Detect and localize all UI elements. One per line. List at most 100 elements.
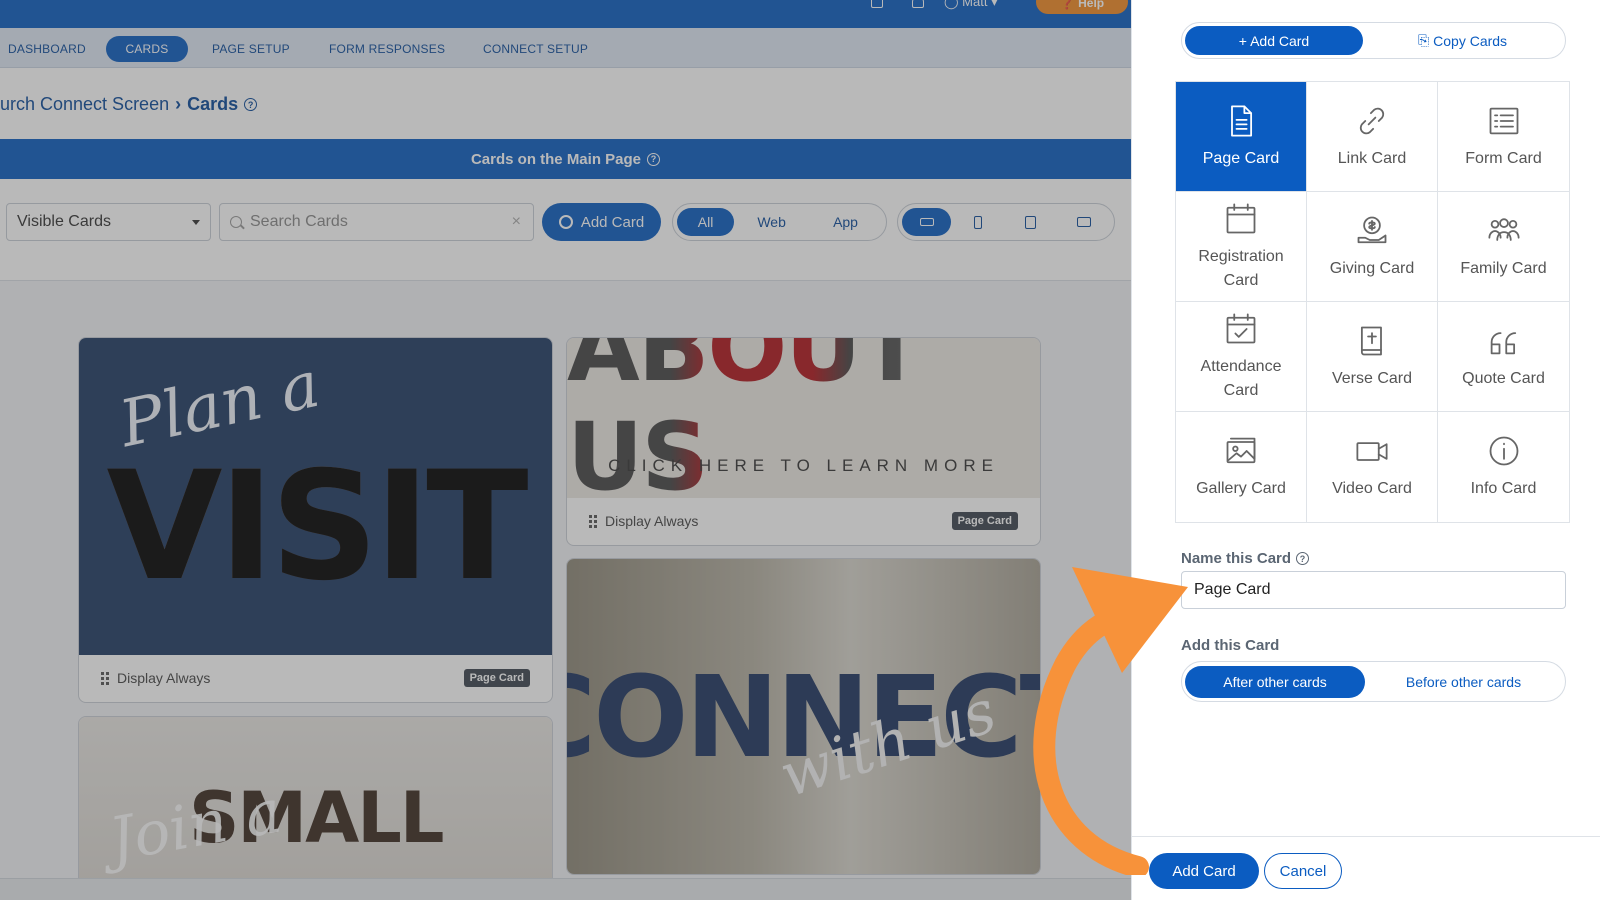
card-footer: Display Always Page Card [567,497,1040,545]
form-icon [1489,107,1518,135]
breadcrumb: urch Connect Screen › Cards ? [0,94,258,115]
quote-icon [1490,332,1516,355]
card-type-label: Verse Card [1331,369,1413,387]
video-icon [1356,442,1388,462]
card-script-text: Join a [104,776,287,876]
grid-icon [919,218,934,226]
drag-handle-icon[interactable] [101,671,109,685]
card-type-label: Family Card [1460,259,1547,277]
bell-icon[interactable] [912,0,924,8]
panel-footer: Add Card Cancel [1132,836,1600,900]
platform-web[interactable]: Web [734,208,809,236]
family-icon [1487,218,1520,241]
clear-icon[interactable]: × [512,213,521,231]
card-type-info[interactable]: Info Card [1438,412,1569,522]
card-type-attendance[interactable]: Attendance Card [1176,302,1307,412]
help-circle-icon[interactable]: ? [1296,552,1310,565]
card-type-giving[interactable]: Giving Card [1307,192,1438,302]
page-icon [1231,105,1253,137]
card-type-form[interactable]: Form Card [1438,82,1569,192]
user-menu[interactable]: ◯ Matt ▾ [944,0,998,10]
card-about-us[interactable]: ABOUT US CLICK HERE TO LEARN MORE Displa… [566,337,1041,546]
cancel-button[interactable]: Cancel [1264,853,1342,889]
status-strip [0,878,1131,900]
nav-cards[interactable]: CARDS [106,36,188,62]
card-image: CONNECT with us [567,559,1040,874]
nav-form-responses[interactable]: FORM RESPONSES [315,36,459,62]
breadcrumb-parent[interactable]: urch Connect Screen [0,94,169,115]
search-input[interactable]: Search Cards × [219,203,534,241]
card-type-grid: Page Card Link Card Form Card Registrati… [1175,81,1570,523]
breadcrumb-current: Cards [187,94,239,114]
card-type-page[interactable]: Page Card [1176,82,1307,192]
section-title: Cards on the Main Page [470,150,642,168]
card-type-verse[interactable]: Verse Card [1307,302,1438,412]
help-circle-icon[interactable]: ? [647,152,661,166]
cards-app: ◯ Matt ▾ ❓ Help DASHBOARD CARDS PAGE SET… [0,0,1131,900]
chevron-right-icon: › [175,94,182,114]
drag-handle-icon[interactable] [589,514,597,528]
card-type-link[interactable]: Link Card [1307,82,1438,192]
nav-page-setup[interactable]: PAGE SETUP [198,36,304,62]
position-label-text: Add this Card [1181,637,1280,654]
device-phone[interactable] [951,208,1004,236]
submit-add-card-button[interactable]: Add Card [1149,853,1259,889]
nav-dashboard[interactable]: DASHBOARD [0,36,100,62]
filter-value: Visible Cards [17,213,111,230]
card-type-family[interactable]: Family Card [1438,192,1569,302]
card-type-label: Form Card [1465,149,1542,167]
help-label: Help [1078,0,1105,10]
window-icon[interactable] [871,0,883,8]
device-preview-filter [897,203,1115,241]
attendance-icon [1226,313,1256,344]
card-small-group[interactable]: SMALL Join a [78,716,553,896]
card-type-gallery[interactable]: Gallery Card [1176,412,1307,522]
position-after[interactable]: After other cards [1185,665,1365,698]
card-footer: Display Always Page Card [79,654,552,702]
card-type-label: Video Card [1332,480,1412,498]
card-plan-a-visit[interactable]: VISIT Plan a Display Always Page Card [78,337,553,703]
calendar-icon [1226,203,1256,234]
card-type-registration[interactable]: Registration Card [1176,192,1307,302]
card-type-video[interactable]: Video Card [1307,412,1438,522]
card-name-input[interactable] [1181,571,1566,609]
device-desktop[interactable] [1057,208,1110,236]
name-label-text: Name this Card [1181,550,1292,567]
platform-all[interactable]: All [677,208,735,236]
phone-icon [973,215,982,229]
visibility-filter-select[interactable]: Visible Cards [6,203,211,241]
position-field-label: Add this Card [1181,637,1279,654]
tab-add-card[interactable]: + Add Card [1185,26,1363,55]
giving-icon [1357,216,1387,244]
tab-copy-label: Copy Cards [1433,32,1508,49]
add-card-panel: + Add Card ⎘ Copy Cards Page Card Link C… [1131,0,1600,900]
card-title-text: VISIT [106,439,528,614]
card-type-quote[interactable]: Quote Card [1438,302,1569,412]
bible-icon [1360,326,1382,356]
panel-mode-tabs: + Add Card ⎘ Copy Cards [1181,22,1566,59]
card-type-label: Link Card [1337,149,1407,167]
section-header: Cards on the Main Page ? [0,139,1131,179]
copy-icon: ⎘ [1417,32,1430,48]
device-tablet[interactable] [1004,208,1057,236]
card-image: ABOUT US CLICK HERE TO LEARN MORE [567,338,1040,498]
main-nav: DASHBOARD CARDS PAGE SETUP FORM RESPONSE… [0,28,1131,68]
nav-connect-setup[interactable]: CONNECT SETUP [469,36,602,62]
display-rule: Display Always [605,513,699,529]
add-card-button[interactable]: Add Card [542,203,661,241]
help-button[interactable]: ❓ Help [1036,0,1128,14]
tablet-icon [1025,215,1037,229]
card-type-label: Gallery Card [1196,480,1286,498]
device-all[interactable] [902,208,952,236]
help-circle-icon[interactable]: ? [244,98,258,111]
position-before[interactable]: Before other cards [1365,666,1562,698]
name-field-label: Name this Card ? [1181,550,1310,567]
platform-app[interactable]: App [809,208,882,236]
card-connect[interactable]: CONNECT with us [566,558,1041,875]
card-type-label: Registration Card [1198,248,1284,289]
search-icon [230,216,242,228]
desktop-icon [1076,217,1091,227]
tab-copy-cards[interactable]: ⎘ Copy Cards [1363,26,1562,55]
gear-icon [558,215,573,229]
card-type-label: Giving Card [1329,259,1415,277]
